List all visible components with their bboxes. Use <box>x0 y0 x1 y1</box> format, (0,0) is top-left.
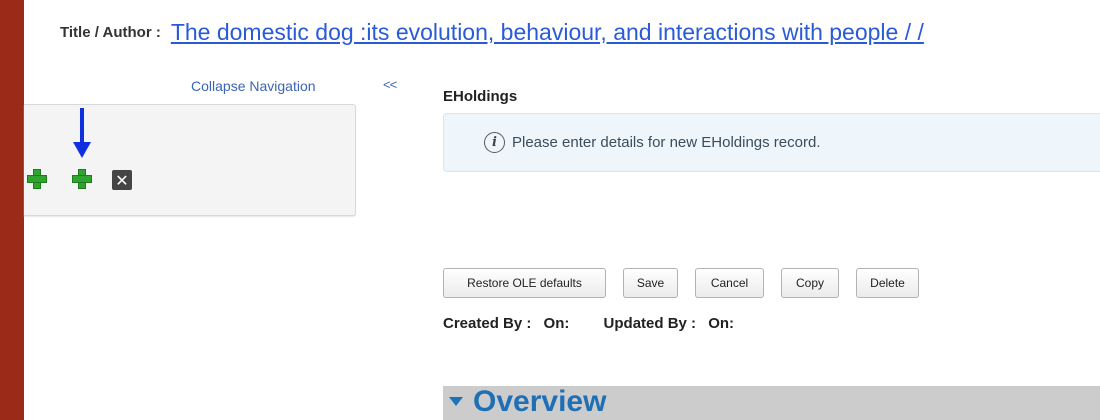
title-author-row: Title / Author : The domestic dog :its e… <box>60 12 924 52</box>
expand-triangle-icon <box>449 397 463 406</box>
arrow-down-icon <box>73 108 91 158</box>
close-icon[interactable]: ✕ <box>112 170 132 190</box>
record-meta-row: Created By : On: Updated By : On: <box>443 315 734 332</box>
plus-icon[interactable] <box>71 168 93 190</box>
cancel-button[interactable]: Cancel <box>695 268 764 298</box>
collapse-navigation-link[interactable]: Collapse Navigation <box>191 78 316 94</box>
info-icon: i <box>484 132 505 153</box>
save-button[interactable]: Save <box>623 268 678 298</box>
overview-section-header[interactable]: Overview <box>443 385 1100 420</box>
copy-button[interactable]: Copy <box>781 268 839 298</box>
left-accent-bar <box>0 0 24 420</box>
overview-title: Overview <box>473 385 607 418</box>
plus-icon[interactable] <box>26 168 48 190</box>
restore-defaults-button[interactable]: Restore OLE defaults <box>443 268 606 298</box>
title-author-label: Title / Author : <box>60 23 161 41</box>
created-by-label: Created By : <box>443 315 532 332</box>
delete-button[interactable]: Delete <box>856 268 919 298</box>
created-on-label: On: <box>543 315 570 332</box>
collapse-chevron-button[interactable]: << <box>383 77 397 92</box>
title-link[interactable]: The domestic dog :its evolution, behavio… <box>171 19 924 46</box>
updated-by-label: Updated By : <box>603 315 697 332</box>
info-message: Please enter details for new EHoldings r… <box>512 134 821 151</box>
info-message-box: i Please enter details for new EHoldings… <box>443 113 1100 172</box>
section-title: EHoldings <box>443 88 518 105</box>
updated-on-label: On: <box>708 315 735 332</box>
